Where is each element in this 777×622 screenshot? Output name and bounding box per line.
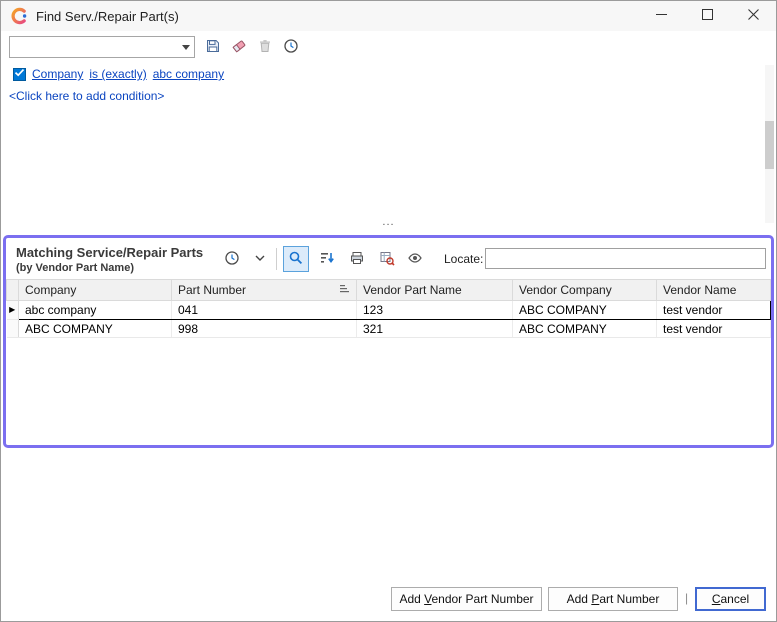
condition-operator-link[interactable]: is (exactly)	[89, 67, 146, 81]
button-label-part: Add	[399, 592, 424, 606]
current-row-indicator: ▶	[7, 301, 19, 320]
column-search-button[interactable]	[374, 246, 400, 272]
minimize-icon	[656, 9, 667, 23]
filter-history-button[interactable]	[279, 35, 303, 59]
condition-checkbox[interactable]	[13, 68, 26, 81]
maximize-button[interactable]	[684, 1, 730, 31]
button-label-part: art Number	[599, 592, 659, 606]
cell-company[interactable]: ABC COMPANY	[19, 320, 172, 338]
clock-icon	[224, 250, 240, 269]
saved-filter-combo[interactable]	[9, 36, 195, 58]
column-label: Part Number	[178, 283, 246, 297]
magnifier-icon	[288, 250, 304, 269]
cell-vendor-name[interactable]: test vendor	[657, 320, 771, 338]
toolbar-separator	[276, 248, 277, 270]
results-history-button[interactable]	[219, 246, 245, 272]
print-button[interactable]	[344, 246, 370, 272]
sort-order-button[interactable]	[314, 246, 340, 272]
cell-vendor-part-name[interactable]: 321	[357, 320, 513, 338]
footer-separator: |	[685, 591, 688, 605]
scrollbar-thumb[interactable]	[765, 121, 774, 169]
column-header-company[interactable]: Company	[19, 280, 172, 301]
grid-header-row: Company Part Number Vendor Part Name	[7, 280, 771, 301]
condition-field-link[interactable]: Company	[32, 67, 83, 81]
locate-label: Locate:	[444, 252, 483, 266]
column-label: Company	[25, 283, 76, 297]
cell-vendor-part-name[interactable]: 123	[357, 301, 513, 320]
table-row[interactable]: ABC COMPANY 998 321 ABC COMPANY test ven…	[7, 320, 771, 338]
column-header-vendor-company[interactable]: Vendor Company	[513, 280, 657, 301]
delete-filter-button[interactable]	[253, 35, 277, 59]
eraser-icon	[231, 38, 247, 57]
cell-vendor-name[interactable]: test vendor	[657, 301, 771, 320]
grid-search-icon	[379, 250, 395, 269]
window-title: Find Serv./Repair Part(s)	[36, 9, 179, 24]
row-indicator-header	[7, 280, 19, 301]
table-row[interactable]: ▶ abc company 041 123 ABC COMPANY test v…	[7, 301, 771, 320]
results-grid: Company Part Number Vendor Part Name	[6, 279, 771, 338]
chevron-down-icon	[254, 252, 266, 267]
results-title: Matching Service/Repair Parts	[16, 245, 203, 260]
results-dropdown-button[interactable]	[247, 246, 273, 272]
button-label-part: ancel	[720, 592, 749, 606]
row-indicator	[7, 320, 19, 338]
minimize-button[interactable]	[638, 1, 684, 31]
close-icon	[748, 9, 759, 23]
app-logo-icon	[10, 7, 28, 25]
cell-part-number[interactable]: 998	[172, 320, 357, 338]
clock-icon	[283, 38, 299, 57]
column-header-vendor-name[interactable]: Vendor Name	[657, 280, 771, 301]
window-controls	[638, 1, 776, 31]
sort-ascending-icon	[339, 283, 350, 297]
maximize-icon	[702, 9, 713, 23]
column-label: Vendor Company	[519, 283, 612, 297]
cell-vendor-company[interactable]: ABC COMPANY	[513, 320, 657, 338]
column-header-part-number[interactable]: Part Number	[172, 280, 357, 301]
printer-icon	[349, 250, 365, 269]
condition-value-link[interactable]: abc company	[153, 67, 224, 81]
row-arrow-icon: ▶	[9, 305, 15, 314]
results-subtitle: (by Vendor Part Name)	[16, 262, 134, 274]
combo-dropdown-icon[interactable]	[178, 37, 194, 57]
button-label-part: endor Part Number	[431, 592, 533, 606]
button-label-part: Add	[567, 592, 592, 606]
find-panel-button[interactable]	[283, 246, 309, 272]
add-part-number-button[interactable]: Add Part Number	[548, 587, 678, 611]
titlebar: Find Serv./Repair Part(s)	[1, 1, 776, 31]
splitter-handle[interactable]: ...	[1, 217, 776, 229]
close-button[interactable]	[730, 1, 776, 31]
cancel-button[interactable]: Cancel	[695, 587, 766, 611]
trash-icon	[257, 38, 273, 57]
cell-vendor-company[interactable]: ABC COMPANY	[513, 301, 657, 320]
cell-part-number[interactable]: 041	[172, 301, 357, 320]
results-panel: Matching Service/Repair Parts (by Vendor…	[3, 235, 774, 448]
column-label: Vendor Name	[663, 283, 736, 297]
saved-filter-input[interactable]	[10, 38, 178, 56]
locate-input[interactable]	[485, 248, 766, 269]
add-condition-link[interactable]: <Click here to add condition>	[9, 89, 164, 103]
eye-icon	[407, 250, 423, 269]
column-label: Vendor Part Name	[363, 283, 462, 297]
add-vendor-part-number-button[interactable]: Add Vendor Part Number	[391, 587, 542, 611]
condition-scrollbar[interactable]	[765, 65, 774, 223]
save-filter-button[interactable]	[201, 35, 225, 59]
find-parts-dialog: Find Serv./Repair Part(s)	[0, 0, 777, 622]
check-icon	[14, 67, 25, 81]
clear-filter-button[interactable]	[227, 35, 251, 59]
visibility-button[interactable]	[402, 246, 428, 272]
save-icon	[205, 38, 221, 57]
column-header-vendor-part-name[interactable]: Vendor Part Name	[357, 280, 513, 301]
cell-company[interactable]: abc company	[19, 301, 172, 320]
filter-condition-row: Company is (exactly) abc company	[13, 67, 224, 81]
sort-icon	[319, 250, 335, 269]
